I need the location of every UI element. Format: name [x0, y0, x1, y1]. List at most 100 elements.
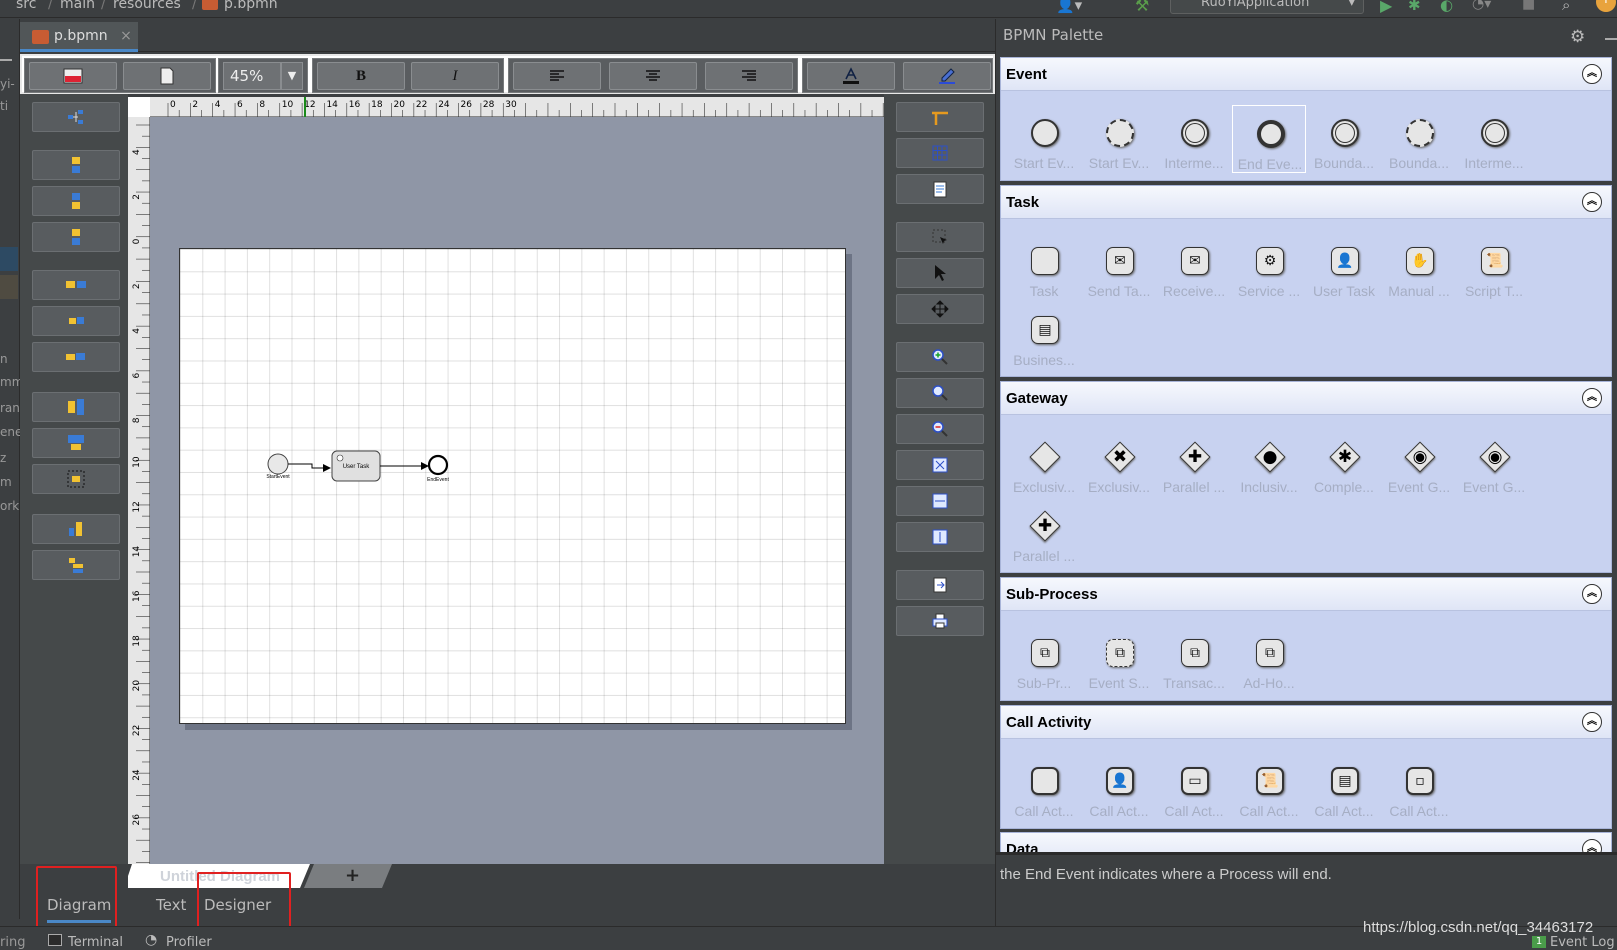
palette-item[interactable]: Start Ev...	[1082, 105, 1156, 173]
horizontal-layout-3-button[interactable]	[32, 342, 120, 372]
add-diagram-button[interactable]: +	[345, 865, 360, 886]
select-region-button[interactable]	[896, 222, 984, 252]
connector-button[interactable]	[896, 102, 984, 132]
export-button[interactable]	[896, 570, 984, 600]
palette-item[interactable]: Exclusiv...	[1007, 429, 1081, 497]
palette-item[interactable]: Interme...	[1457, 105, 1531, 173]
debug-icon[interactable]: ✱	[1408, 0, 1421, 14]
palette-item[interactable]: ✱ Comple...	[1307, 429, 1381, 497]
diagram-page[interactable]: StartEvent User Task EndEvent	[179, 248, 846, 724]
collapse-section-icon[interactable]: ︽	[1582, 388, 1602, 408]
breadcrumb-file[interactable]: p.bpmn	[224, 0, 278, 12]
section-header[interactable]: Event ︽	[1001, 58, 1611, 91]
stop-icon[interactable]: ■	[1522, 0, 1535, 12]
group-button[interactable]	[32, 464, 120, 494]
palette-item[interactable]: ◉ Event G...	[1457, 429, 1531, 497]
section-header[interactable]: Gateway ︽	[1001, 382, 1611, 415]
end-event-shape[interactable]	[427, 454, 449, 476]
palette-item[interactable]: 📜 Script T...	[1457, 233, 1531, 301]
profile-icon[interactable]: ◔▾	[1472, 0, 1491, 12]
vertical-layout-3-button[interactable]	[32, 222, 120, 252]
fill-color-button[interactable]	[903, 62, 991, 90]
palette-item[interactable]: 📜 Call Act...	[1232, 753, 1306, 821]
grid-button[interactable]	[896, 138, 984, 168]
distribute-button[interactable]	[32, 514, 120, 544]
print-button[interactable]	[896, 606, 984, 636]
palette-item[interactable]: ✚ Parallel ...	[1157, 429, 1231, 497]
palette-item[interactable]: ✚ Parallel ...	[1007, 498, 1081, 566]
align-top-button[interactable]	[32, 428, 120, 458]
collapse-section-icon[interactable]: ︽	[1582, 192, 1602, 212]
palette-item[interactable]: ● Inclusiv...	[1232, 429, 1306, 497]
sequence-flow[interactable]	[288, 463, 331, 472]
pan-button[interactable]	[896, 294, 984, 324]
palette-item[interactable]: ✋ Manual ...	[1382, 233, 1456, 301]
align-left-button[interactable]	[513, 62, 601, 90]
update-icon[interactable]: ↑	[1596, 0, 1616, 12]
italic-button[interactable]: I	[411, 62, 499, 90]
run-icon[interactable]: ▶	[1380, 0, 1392, 15]
stack-layout-button[interactable]	[32, 550, 120, 580]
collapse-section-icon[interactable]: ︽	[1582, 64, 1602, 84]
palette-item[interactable]: Interme...	[1157, 105, 1231, 173]
user-icon[interactable]: 👤▾	[1056, 0, 1082, 14]
build-hammer-icon[interactable]: ⚒	[1135, 0, 1149, 15]
palette-item[interactable]: ✖ Exclusiv...	[1082, 429, 1156, 497]
fit-width-button[interactable]	[896, 486, 984, 516]
zoom-select[interactable]: 45% ▼	[218, 58, 308, 93]
palette-item[interactable]: Task	[1007, 233, 1081, 301]
palette-item[interactable]: ⚙ Service ...	[1232, 233, 1306, 301]
palette-item[interactable]: ▫ Call Act...	[1382, 753, 1456, 821]
export-png-button[interactable]	[29, 62, 117, 90]
font-color-button[interactable]	[807, 62, 895, 90]
chevron-down-icon[interactable]: ▼	[281, 62, 303, 90]
palette-item[interactable]: 👤 User Task	[1307, 233, 1381, 301]
palette-item[interactable]: ⧉ Transac...	[1157, 625, 1231, 693]
vertical-layout-2-button[interactable]	[32, 186, 120, 216]
palette-item[interactable]: Bounda...	[1382, 105, 1456, 173]
align-center-button[interactable]	[609, 62, 697, 90]
section-header[interactable]: Task ︽	[1001, 186, 1611, 219]
collapse-icon[interactable]	[0, 59, 12, 61]
palette-item[interactable]: ▤ Busines...	[1007, 302, 1081, 370]
palette-item[interactable]: 👤 Call Act...	[1082, 753, 1156, 821]
palette-item[interactable]: ⧉ Ad-Ho...	[1232, 625, 1306, 693]
collapse-section-icon[interactable]: ︽	[1582, 584, 1602, 604]
align-right-button[interactable]	[705, 62, 793, 90]
horizontal-layout-2-button[interactable]	[32, 306, 120, 336]
palette-item[interactable]: ✉ Receive...	[1157, 233, 1231, 301]
palette-item[interactable]: ✉ Send Ta...	[1082, 233, 1156, 301]
breadcrumb-resources[interactable]: resources	[113, 0, 181, 12]
coverage-icon[interactable]: ◐	[1440, 0, 1453, 14]
hide-panel-icon[interactable]	[1605, 38, 1617, 40]
align-middle-button[interactable]	[32, 392, 120, 422]
palette-item[interactable]: ▭ Call Act...	[1157, 753, 1231, 821]
palette-item[interactable]: ⧉ Event S...	[1082, 625, 1156, 693]
start-event-shape[interactable]	[267, 453, 289, 475]
palette-item[interactable]: ◉ Event G...	[1382, 429, 1456, 497]
fit-height-button[interactable]	[896, 522, 984, 552]
palette-item[interactable]: Bounda...	[1307, 105, 1381, 173]
export-svg-button[interactable]	[123, 62, 211, 90]
section-header[interactable]: Call Activity ︽	[1001, 706, 1611, 739]
tab-text[interactable]: Text	[156, 896, 186, 914]
palette-item[interactable]: Call Act...	[1007, 753, 1081, 821]
palette-item[interactable]: Start Ev...	[1007, 105, 1081, 173]
properties-button[interactable]	[896, 174, 984, 204]
vertical-layout-button[interactable]	[32, 150, 120, 180]
pointer-button[interactable]	[896, 258, 984, 288]
gear-icon[interactable]: ⚙	[1570, 27, 1585, 47]
bold-button[interactable]: B	[317, 62, 405, 90]
breadcrumb-src[interactable]: src	[16, 0, 36, 12]
close-tab-icon[interactable]: ×	[120, 28, 132, 44]
zoom-out-button[interactable]	[896, 414, 984, 444]
horizontal-layout-button[interactable]	[32, 270, 120, 300]
palette-item[interactable]: ⧉ Sub-Pr...	[1007, 625, 1081, 693]
zoom-in-button[interactable]	[896, 342, 984, 372]
palette-item[interactable]: End Eve...	[1232, 105, 1306, 173]
fit-page-button[interactable]	[896, 450, 984, 480]
zoom-actual-button[interactable]	[896, 378, 984, 408]
tree-layout-button[interactable]	[32, 102, 120, 132]
search-icon[interactable]: ⌕	[1562, 0, 1570, 14]
zoom-value[interactable]: 45%	[223, 62, 281, 90]
